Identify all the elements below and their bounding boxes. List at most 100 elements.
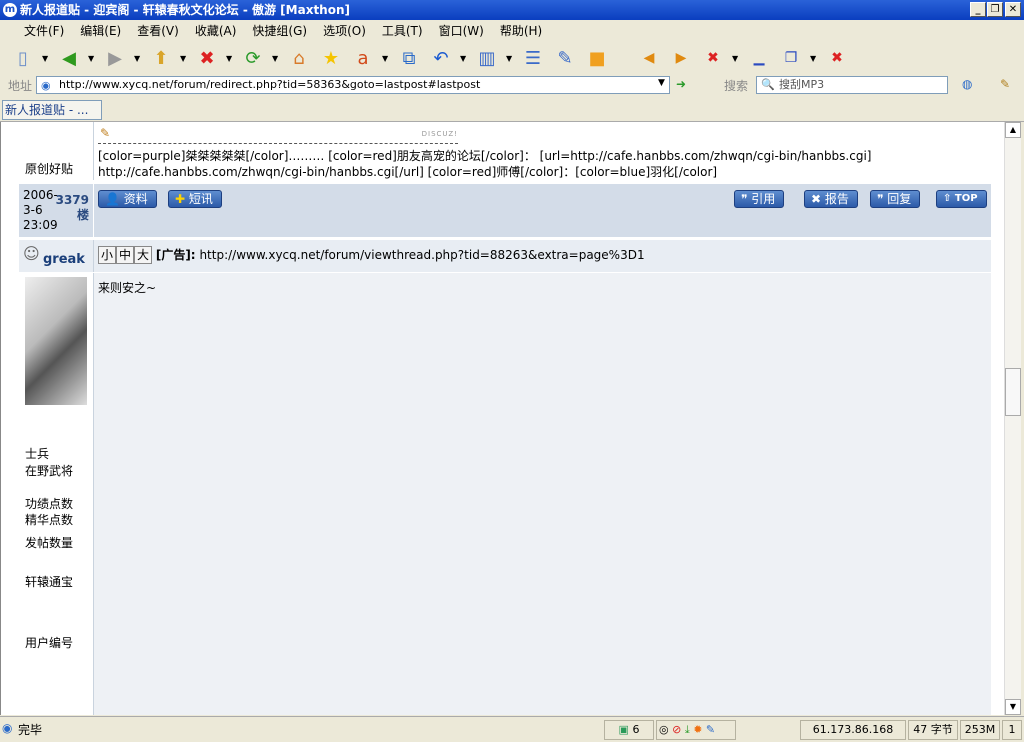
up-folder-icon[interactable]: ⬆: [148, 45, 174, 71]
block-icon[interactable]: ⊘: [672, 723, 681, 736]
menu-file[interactable]: 文件(F): [16, 20, 72, 42]
user-offline-icon: ☺: [23, 244, 40, 263]
post-header-row: ☺ greak 小中大 [广告]: http://www.xycq.net/fo…: [19, 240, 991, 272]
favorites-star-icon[interactable]: ★: [318, 45, 344, 71]
sidebar-icon[interactable]: ☰: [520, 45, 546, 71]
window-title: 新人报道贴 - 迎宾阁 - 轩辕春秋文化论坛 - 傲游 [Maxthon]: [20, 3, 351, 17]
restore-tab-icon[interactable]: ❐: [778, 45, 804, 71]
report-button[interactable]: ✖ 报告: [804, 190, 858, 208]
tab-active[interactable]: 新人报道贴 - ...: [2, 100, 102, 120]
stop-icon[interactable]: ✖: [194, 45, 220, 71]
refresh-icon[interactable]: ⟳: [240, 45, 266, 71]
floor-label: 楼: [76, 208, 89, 222]
forward-icon[interactable]: ▶: [102, 45, 128, 71]
user-avatar: [25, 277, 87, 405]
popup-blocked-count[interactable]: ▣ 6: [604, 720, 654, 740]
menu-edit[interactable]: 编辑(E): [72, 20, 129, 42]
pm-button[interactable]: ✚ 短讯: [168, 190, 222, 208]
post-message: 来则安之~: [98, 281, 157, 295]
menu-options[interactable]: 选项(O): [315, 20, 374, 42]
search-label: 搜索: [724, 79, 749, 93]
font-small-button[interactable]: 小: [98, 246, 116, 264]
user-title: 在野武将: [25, 464, 74, 478]
minimize-button[interactable]: _: [970, 2, 986, 17]
menu-favorites[interactable]: 收藏(A): [187, 20, 245, 42]
address-url: http://www.xycq.net/forum/redirect.php?t…: [59, 78, 481, 91]
home-icon[interactable]: ⌂: [286, 45, 312, 71]
address-label: 地址: [8, 79, 33, 93]
ad-link[interactable]: http://www.xycq.net/forum/viewthread.php…: [199, 248, 644, 262]
search-input[interactable]: 🔍 搜刮MP3: [756, 76, 948, 94]
menu-window[interactable]: 窗口(W): [431, 20, 492, 42]
edit-icon[interactable]: ✎: [552, 45, 578, 71]
undo-icon[interactable]: ↶: [428, 45, 454, 71]
title-bar: m 新人报道贴 - 迎宾阁 - 轩辕春秋文化论坛 - 傲游 [Maxthon] …: [0, 0, 1024, 20]
quote-button[interactable]: ❞ 引用: [734, 190, 785, 208]
font-medium-button[interactable]: 中: [116, 246, 134, 264]
menu-view[interactable]: 查看(V): [129, 20, 187, 42]
status-icons: ◎ ⊘ ⤓ ✹ ✎: [656, 720, 736, 740]
font-large-button[interactable]: 大: [134, 246, 152, 264]
vertical-scrollbar[interactable]: ▲ ▼: [1004, 122, 1021, 715]
maxthon-logo-icon: m: [3, 3, 17, 17]
toolbar: ▯ ▼ ◀ ▼ ▶ ▼ ⬆ ▼ ✖ ▼ ⟳ ▼ ⌂ ★ a ▼ ⧉ ↶ ▼ ▥ ▼ ☰ ✎ ■ ◀…: [0, 42, 1024, 74]
menu-tools[interactable]: 工具(T): [374, 20, 431, 42]
menu-bar: 文件(F) 编辑(E) 查看(V) 收藏(A) 快捷组(G) 选项(O) 工具(…: [0, 20, 1024, 42]
profile-button[interactable]: 👤 资料: [98, 190, 157, 208]
download-icon[interactable]: ⤓: [685, 723, 690, 736]
search-icon: 🔍: [761, 78, 775, 91]
status-text: 完毕: [18, 723, 43, 737]
user-rank: 士兵: [25, 447, 50, 461]
page-content: 原创好贴 ✎ DISCUZ! [color=purple]桀桀桀桀桀[/colo…: [0, 122, 1004, 715]
stat-merit-label: 功绩点数: [25, 497, 74, 511]
stat-coins-label: 轩辕通宝: [25, 575, 74, 589]
close-button[interactable]: ✕: [1005, 2, 1021, 17]
status-bar: ◉ 完毕 ▣ 6 ◎ ⊘ ⤓ ✹ ✎ 61.173.86.168 47 字节 2…: [0, 716, 1024, 742]
edit-status-icon[interactable]: ✎: [706, 723, 715, 736]
menu-help[interactable]: 帮助(H): [492, 20, 550, 42]
page-status-icon: ◉: [2, 721, 13, 735]
reply-button[interactable]: ❞ 回复: [870, 190, 921, 208]
group-icon[interactable]: ■: [584, 45, 610, 71]
pen-icon[interactable]: ✎: [1000, 77, 1010, 91]
prev-post-action-row: 2006- 3-6 23:09 3379 楼 👤 资料 ✚ 短讯 ❞ 引用 ✖ 报告…: [19, 184, 991, 237]
next-tab-icon[interactable]: ▶: [668, 45, 694, 71]
scroll-up-button[interactable]: ▲: [1005, 122, 1021, 138]
go-icon[interactable]: ➜: [676, 77, 686, 91]
translate-icon[interactable]: a: [350, 45, 376, 71]
username-link[interactable]: greak: [43, 252, 85, 267]
signature-divider: ✎ DISCUZ!: [98, 126, 458, 144]
flash-icon[interactable]: ✹: [693, 723, 702, 736]
top-button[interactable]: ⇧ TOP: [936, 190, 987, 208]
popup-icon[interactable]: ⧉: [396, 45, 422, 71]
tools-icon[interactable]: ▥: [474, 45, 500, 71]
scroll-down-button[interactable]: ▼: [1005, 699, 1021, 715]
stat-posts-label: 发帖数量: [25, 536, 74, 550]
search-placeholder: 搜刮MP3: [779, 78, 825, 91]
tab-count: 1: [1002, 720, 1022, 740]
close-all-icon[interactable]: ✖: [824, 45, 850, 71]
signature-line-2: http://cafe.hanbbs.com/zhwqn/cgi-bin/han…: [98, 165, 718, 179]
server-ip: 61.173.86.168: [800, 720, 906, 740]
close-tab-icon[interactable]: ✖: [700, 45, 726, 71]
menu-groups[interactable]: 快捷组(G): [244, 20, 315, 42]
ad-label: [广告]:: [155, 248, 196, 262]
signature-label: 原创好贴: [25, 162, 74, 176]
minimize-tab-icon[interactable]: ▁: [746, 45, 772, 71]
back-icon[interactable]: ◀: [56, 45, 82, 71]
address-input[interactable]: ◉ http://www.xycq.net/forum/redirect.php…: [36, 76, 670, 94]
new-page-icon[interactable]: ▯: [10, 45, 36, 71]
prev-tab-icon[interactable]: ◀: [636, 45, 662, 71]
restore-button[interactable]: ❐: [987, 2, 1003, 17]
floor-number: 3379: [55, 193, 89, 207]
prev-post-signature-row: 原创好贴 ✎ DISCUZ! [color=purple]桀桀桀桀桀[/colo…: [19, 122, 991, 180]
trash-icon: ▣: [618, 723, 629, 736]
proxy-icon[interactable]: ◎: [659, 723, 669, 736]
tab-bar: 新人报道贴 - ...: [0, 98, 1024, 122]
address-dropdown[interactable]: ▼: [658, 78, 665, 88]
globe-icon[interactable]: ◍: [962, 77, 972, 91]
stat-digest-label: 精华点数: [25, 513, 74, 527]
discuz-mark: DISCUZ!: [421, 130, 458, 138]
address-bar: 地址 ◉ http://www.xycq.net/forum/redirect.…: [0, 74, 1024, 96]
scroll-thumb[interactable]: [1005, 368, 1021, 416]
